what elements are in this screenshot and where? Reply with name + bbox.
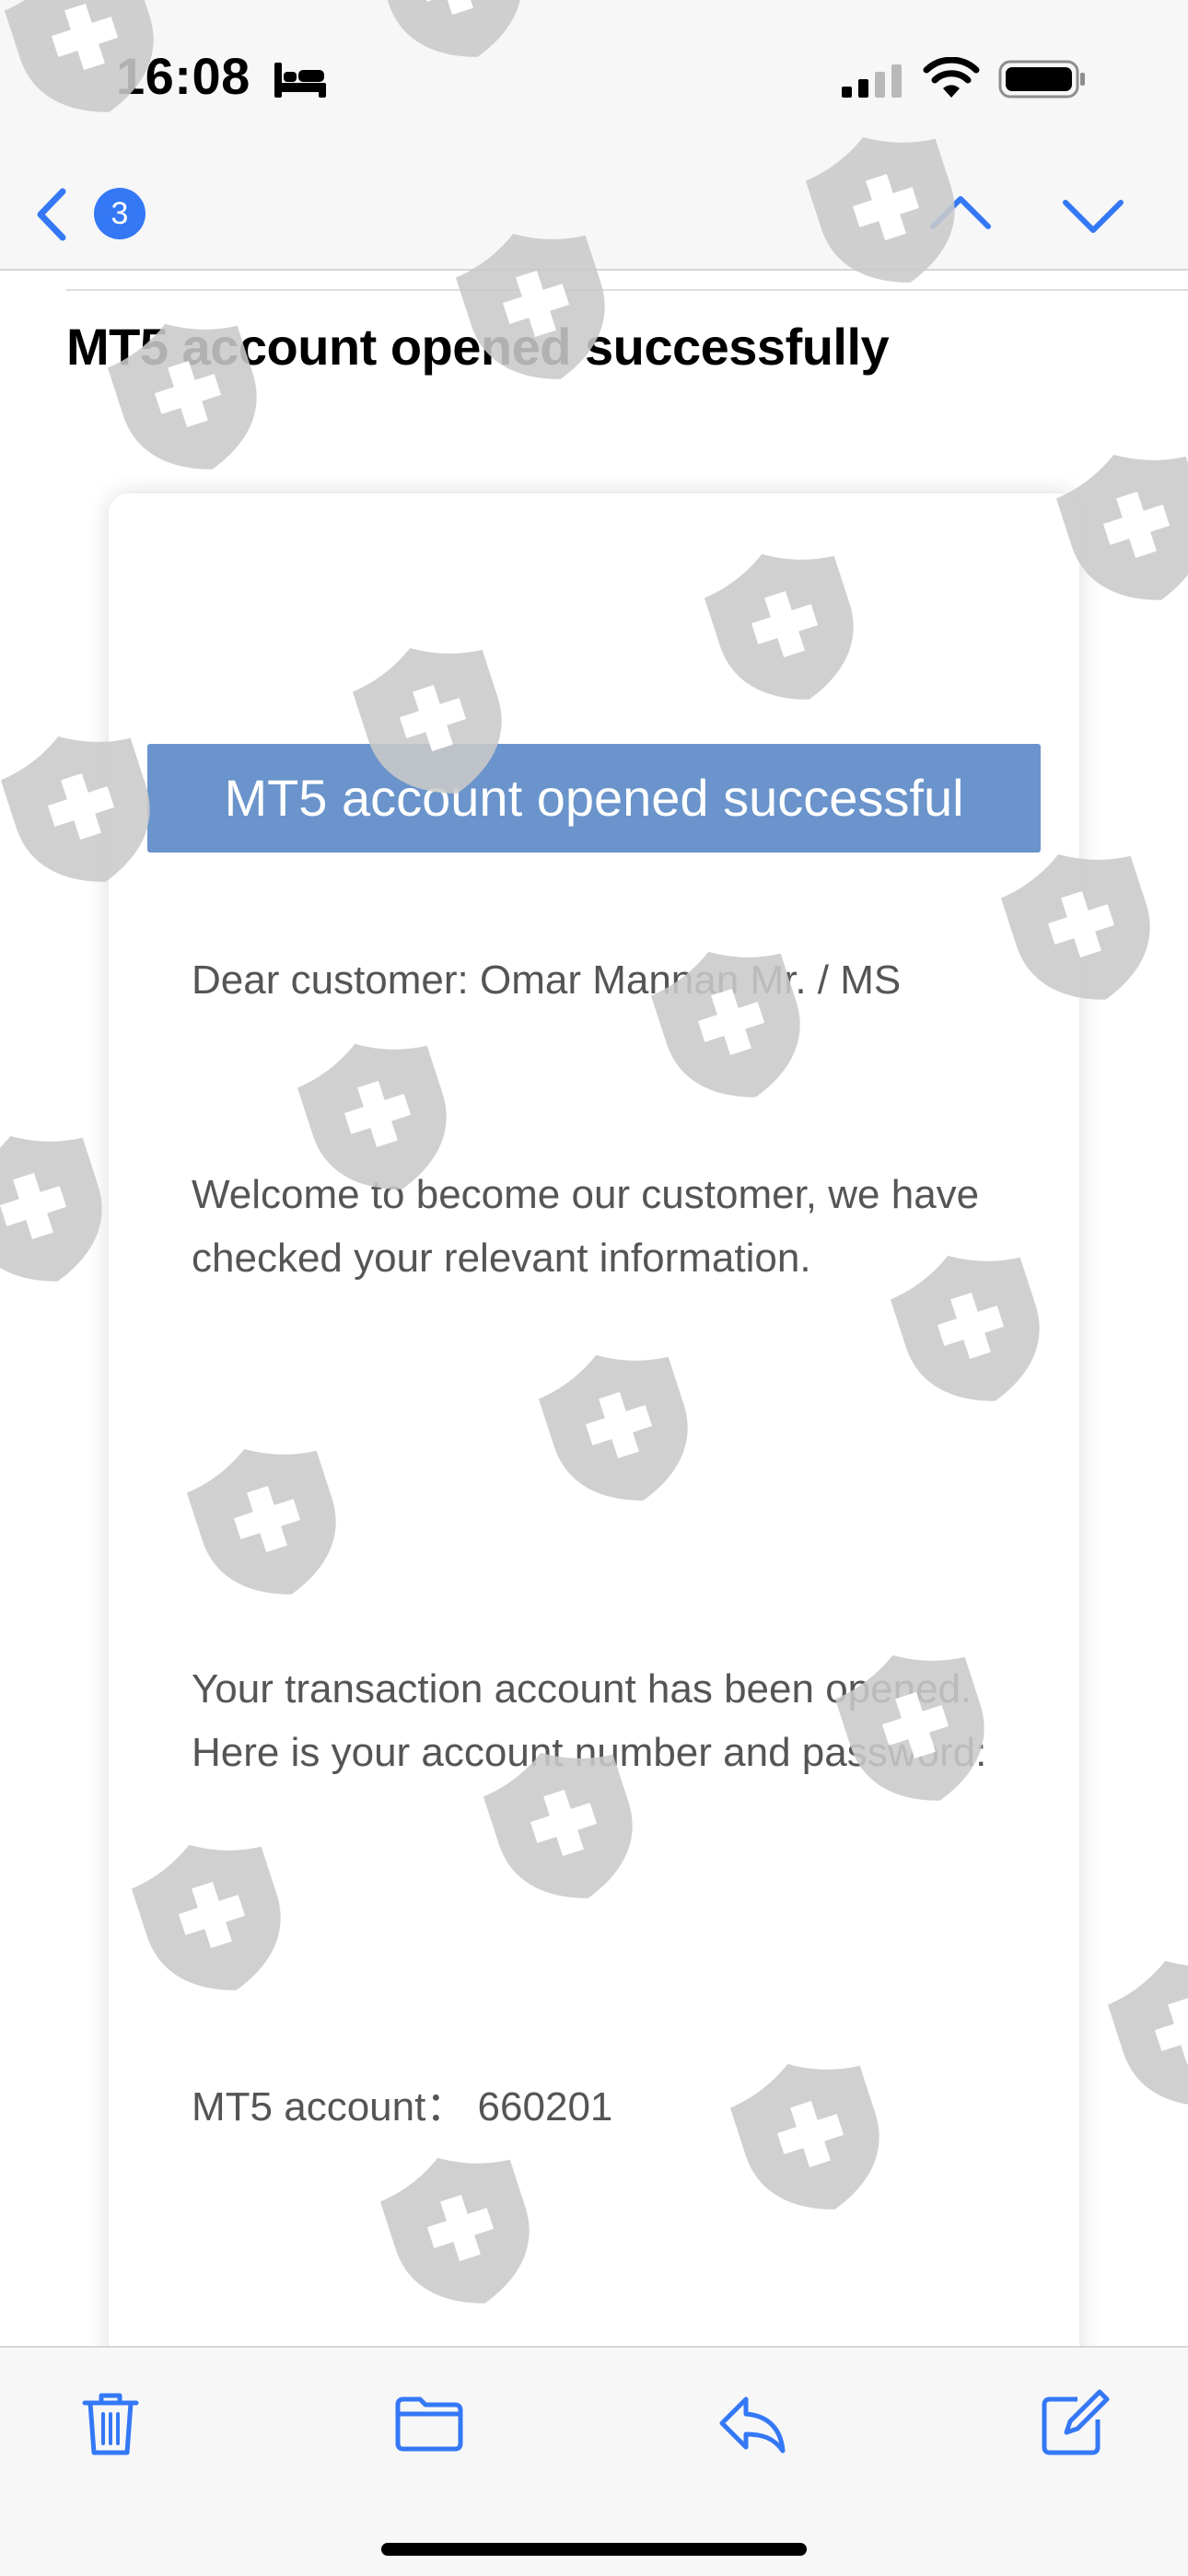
status-time: 16:08 [116,47,250,105]
folder-icon [395,2396,463,2452]
wifi-icon [923,57,980,98]
navigation-bar: 3 [0,157,1188,271]
account-number-text: MT5 account： 660201 [192,2084,613,2129]
cellular-signal-icon [842,64,902,98]
chevron-left-icon [37,188,66,241]
trash-button[interactable] [74,2386,147,2460]
trash-icon [82,2393,139,2455]
email-banner: MT5 account opened successful [147,744,1041,853]
compose-icon [1042,2389,1110,2455]
unread-count-badge: 3 [94,188,146,239]
subject-divider [66,289,1188,291]
reply-icon [719,2396,786,2454]
transaction-text: Your transaction account has been opened… [192,1666,987,1775]
bed-icon [274,63,326,98]
back-to-inbox-button[interactable]: 3 [28,182,166,247]
shield-cross-icon [1100,1940,1188,2128]
compose-button[interactable] [1037,2386,1111,2460]
battery-icon [998,60,1085,99]
previous-message-button[interactable] [928,182,993,247]
reply-button[interactable] [715,2386,788,2460]
email-subject: MT5 account opened successfully [66,318,890,376]
bottom-toolbar [0,2346,1188,2576]
home-indicator[interactable] [381,2543,807,2556]
chevron-down-icon [1063,200,1124,233]
chevron-up-icon [930,196,991,229]
next-message-button[interactable] [1061,182,1125,247]
greeting-text: Dear customer: Omar Mannan Mr. / MS [192,957,902,1003]
move-to-folder-button[interactable] [392,2386,466,2460]
status-bar: 16:08 [0,0,1188,157]
shield-cross-icon [0,1115,122,1303]
welcome-text: Welcome to become our customer, we have … [192,1172,980,1281]
